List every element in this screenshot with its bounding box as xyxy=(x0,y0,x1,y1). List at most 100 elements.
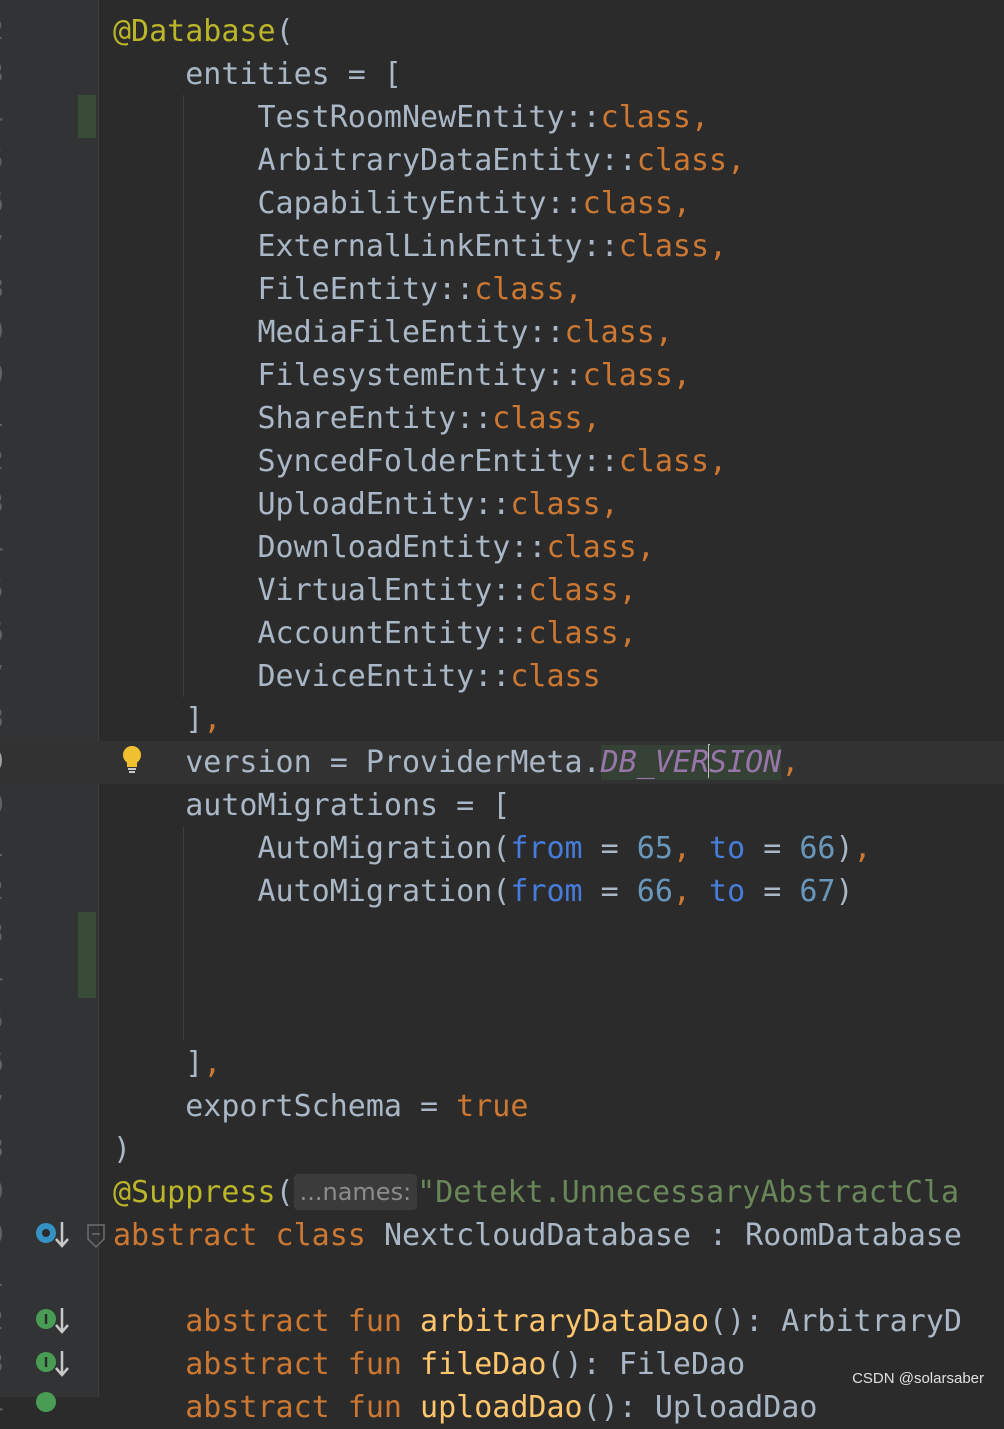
code-line[interactable]: 4 TestRoomNewEntity::class, xyxy=(0,96,1004,139)
line-number[interactable]: 6 xyxy=(0,182,28,225)
code-line[interactable]: 7 DeviceEntity::class xyxy=(0,655,1004,698)
line-number[interactable]: 0 xyxy=(0,1214,28,1257)
line-number[interactable]: 5 xyxy=(0,139,28,182)
code-line[interactable]: 2 abstract fun arbitraryDataDao(): Arbit… xyxy=(0,1300,1004,1343)
code-text[interactable]: VirtualEntity::class, xyxy=(113,569,636,612)
implementing-icon[interactable] xyxy=(34,1389,74,1419)
line-number[interactable]: 2 xyxy=(0,1300,28,1343)
code-line[interactable]: 7 ExternalLinkEntity::class, xyxy=(0,225,1004,268)
code-line[interactable]: 1 ShareEntity::class, xyxy=(0,397,1004,440)
code-text[interactable]: autoMigrations = [ xyxy=(113,784,510,827)
line-number[interactable]: 0 xyxy=(0,354,28,397)
code-line[interactable]: 9 MediaFileEntity::class, xyxy=(0,311,1004,354)
implemented-icon[interactable] xyxy=(34,1220,74,1250)
code-text[interactable]: SyncedFolderEntity::class, xyxy=(113,440,727,483)
line-number[interactable]: 3 xyxy=(0,1343,28,1386)
code-line[interactable]: 3 UploadEntity::class, xyxy=(0,483,1004,526)
code-line[interactable]: 6 CapabilityEntity::class, xyxy=(0,182,1004,225)
code-line[interactable]: 9 version = ProviderMeta.DB_VERSION, xyxy=(0,741,1004,784)
line-number[interactable]: 5 xyxy=(0,569,28,612)
code-line[interactable]: 5 xyxy=(0,999,1004,1042)
line-number[interactable]: 3 xyxy=(0,53,28,96)
code-line[interactable]: 6 AccountEntity::class, xyxy=(0,612,1004,655)
code-text[interactable]: abstract fun uploadDao(): UploadDao xyxy=(113,1386,817,1429)
code-line[interactable]: 3 entities = [ xyxy=(0,53,1004,96)
code-line[interactable]: 4 abstract fun uploadDao(): UploadDao xyxy=(0,1386,1004,1429)
line-number[interactable]: 9 xyxy=(0,741,28,784)
code-line[interactable]: 2 AutoMigration(from = 66, to = 67) xyxy=(0,870,1004,913)
code-text[interactable]: ], xyxy=(113,698,221,741)
code-text[interactable]: FilesystemEntity::class, xyxy=(113,354,691,397)
code-text[interactable]: @Suppress(...names: "Detekt.UnnecessaryAb… xyxy=(113,1171,959,1214)
code-text[interactable]: ExternalLinkEntity::class, xyxy=(113,225,727,268)
code-line[interactable]: 5 VirtualEntity::class, xyxy=(0,569,1004,612)
lightbulb-icon[interactable] xyxy=(120,744,144,774)
code-text[interactable]: FileEntity::class, xyxy=(113,268,582,311)
code-text[interactable]: @Database( xyxy=(113,10,294,53)
code-text[interactable]: ShareEntity::class, xyxy=(113,397,600,440)
line-number[interactable]: 8 xyxy=(0,268,28,311)
code-text[interactable]: abstract fun fileDao(): FileDao xyxy=(113,1343,745,1386)
code-line[interactable]: 8 ], xyxy=(0,698,1004,741)
code-text[interactable]: version = ProviderMeta.DB_VERSION, xyxy=(113,741,799,784)
line-number[interactable]: 3 xyxy=(0,483,28,526)
line-number[interactable]: 1 xyxy=(0,397,28,440)
code-text[interactable]: abstract class NextcloudDatabase : RoomD… xyxy=(113,1214,962,1257)
line-number[interactable]: 7 xyxy=(0,655,28,698)
implementing-icon[interactable]: I xyxy=(34,1306,74,1336)
line-number[interactable]: 4 xyxy=(0,526,28,569)
code-editor[interactable]: 2@Database(3 entities = [4 TestRoomNewEn… xyxy=(0,0,1004,1425)
line-number[interactable]: 7 xyxy=(0,225,28,268)
code-line[interactable]: 0 abstract class NextcloudDatabase : Room… xyxy=(0,1214,1004,1257)
code-line[interactable]: 4 xyxy=(0,956,1004,999)
line-number[interactable]: 2 xyxy=(0,440,28,483)
code-text[interactable]: MediaFileEntity::class, xyxy=(113,311,672,354)
line-number[interactable]: 3 xyxy=(0,913,28,956)
line-number[interactable]: 2 xyxy=(0,10,28,53)
line-number[interactable]: 8 xyxy=(0,1128,28,1171)
code-line[interactable]: 1 AutoMigration(from = 65, to = 66), xyxy=(0,827,1004,870)
code-text[interactable]: entities = [ xyxy=(113,53,402,96)
line-number[interactable]: 9 xyxy=(0,311,28,354)
code-text[interactable]: TestRoomNewEntity::class, xyxy=(113,96,709,139)
code-line[interactable]: 2 @Database( xyxy=(0,10,1004,53)
code-line[interactable]: 0 FilesystemEntity::class, xyxy=(0,354,1004,397)
code-text[interactable]: DeviceEntity::class xyxy=(113,655,600,698)
line-number[interactable]: 7 xyxy=(0,1085,28,1128)
code-line[interactable]: 1 xyxy=(0,1257,1004,1300)
code-line[interactable]: 7 exportSchema = true xyxy=(0,1085,1004,1128)
code-text[interactable]: AutoMigration(from = 66, to = 67) xyxy=(113,870,853,913)
line-number[interactable]: 4 xyxy=(0,956,28,999)
code-text[interactable]: CapabilityEntity::class, xyxy=(113,182,691,225)
line-number[interactable]: 1 xyxy=(0,827,28,870)
fold-icon[interactable] xyxy=(86,1223,106,1249)
code-text[interactable]: exportSchema = true xyxy=(113,1085,528,1128)
line-number[interactable]: 6 xyxy=(0,1042,28,1085)
code-line[interactable]: 8) xyxy=(0,1128,1004,1171)
line-number[interactable]: 8 xyxy=(0,698,28,741)
code-text[interactable]: abstract fun arbitraryDataDao(): Arbitra… xyxy=(113,1300,962,1343)
code-text[interactable]: UploadEntity::class, xyxy=(113,483,618,526)
line-number[interactable]: 4 xyxy=(0,1386,28,1429)
code-text[interactable]: AccountEntity::class, xyxy=(113,612,636,655)
line-number[interactable]: 1 xyxy=(0,1257,28,1300)
line-number[interactable]: 5 xyxy=(0,999,28,1042)
code-text[interactable]: DownloadEntity::class, xyxy=(113,526,654,569)
code-line[interactable]: 3 xyxy=(0,913,1004,956)
code-line[interactable]: 9 @Suppress(...names:"Detekt.UnnecessaryA… xyxy=(0,1171,1004,1214)
code-text[interactable]: ], xyxy=(113,1042,221,1085)
code-text[interactable]: ArbitraryDataEntity::class, xyxy=(113,139,745,182)
code-text[interactable]: AutoMigration(from = 65, to = 66), xyxy=(113,827,871,870)
line-number[interactable]: 6 xyxy=(0,612,28,655)
code-line[interactable]: 8 FileEntity::class, xyxy=(0,268,1004,311)
code-text[interactable]: ) xyxy=(113,1128,131,1171)
line-number[interactable]: 2 xyxy=(0,870,28,913)
line-number[interactable]: 9 xyxy=(0,1171,28,1214)
code-line[interactable]: 4 DownloadEntity::class, xyxy=(0,526,1004,569)
code-line[interactable]: 0 autoMigrations = [ xyxy=(0,784,1004,827)
line-number[interactable]: 0 xyxy=(0,784,28,827)
code-line[interactable]: 2 SyncedFolderEntity::class, xyxy=(0,440,1004,483)
implementing-icon[interactable]: I xyxy=(34,1349,74,1379)
line-number[interactable]: 4 xyxy=(0,96,28,139)
code-line[interactable]: 6 ], xyxy=(0,1042,1004,1085)
